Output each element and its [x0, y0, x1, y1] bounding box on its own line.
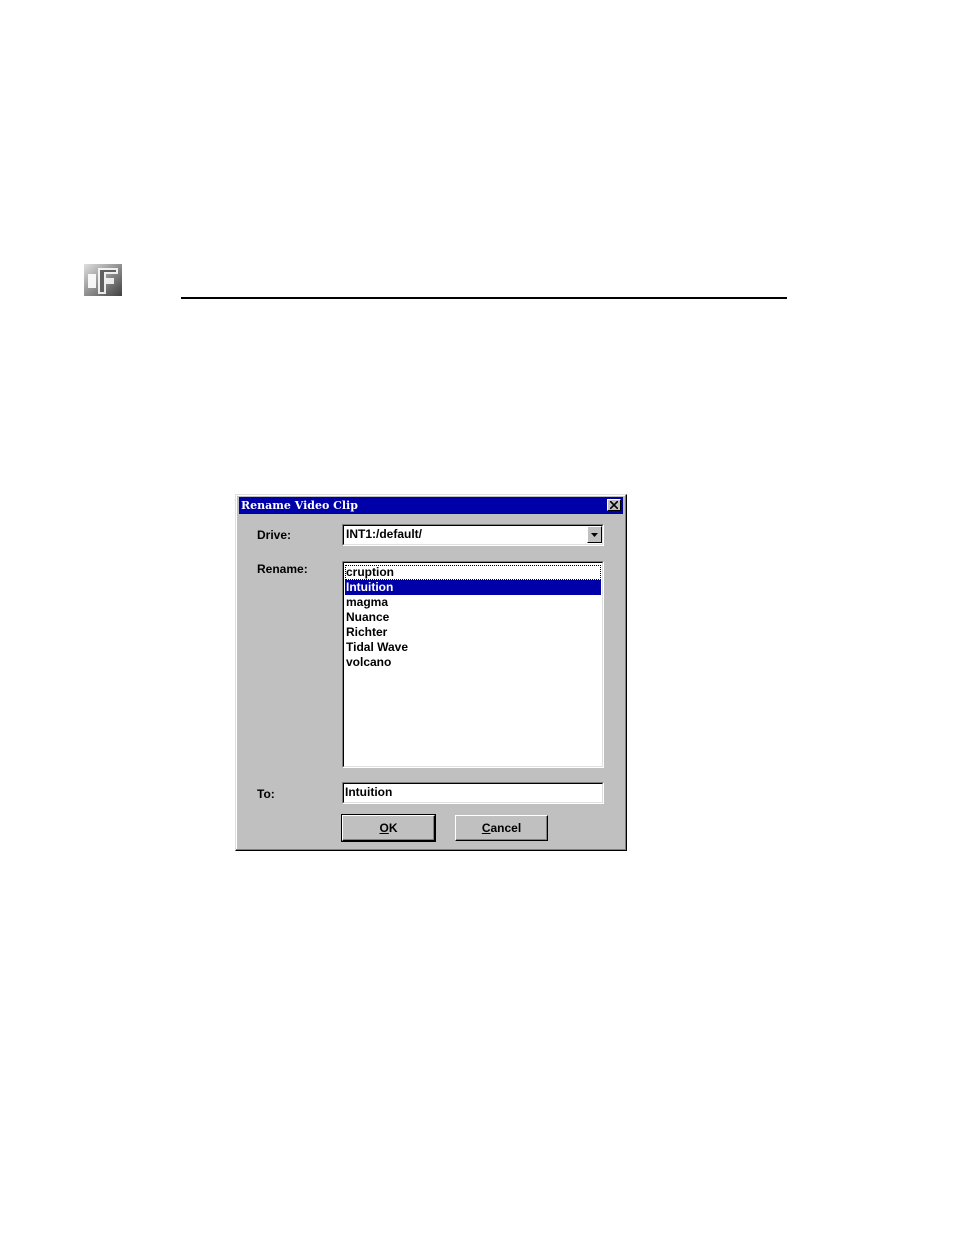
ok-mnemonic: O	[379, 821, 389, 835]
close-button[interactable]	[607, 499, 621, 511]
clip-list-item[interactable]: Tidal Wave	[345, 640, 601, 655]
drive-dropdown-button[interactable]	[587, 526, 602, 543]
rename-label: Rename:	[257, 562, 308, 576]
ok-button[interactable]: OK	[341, 814, 436, 842]
drive-label: Drive:	[257, 528, 292, 542]
rename-video-clip-dialog: Rename Video Clip Drive: INT1:/default/ …	[235, 494, 627, 851]
clip-list-item[interactable]: Richter	[345, 625, 601, 640]
to-label: To:	[257, 787, 275, 801]
product-logo-icon	[84, 264, 122, 296]
close-icon	[610, 501, 618, 509]
dialog-title: Rename Video Clip	[241, 499, 358, 512]
chevron-down-icon	[591, 533, 598, 537]
cancel-button[interactable]: Cancel	[455, 815, 548, 841]
new-name-value: Intuition	[345, 785, 393, 799]
clip-listbox[interactable]: cruption Intuition magma Nuance Richter Tidal…	[342, 561, 604, 768]
drive-combobox[interactable]: INT1:/default/	[342, 524, 604, 546]
clip-list: cruption Intuition magma Nuance Richter Tidal…	[345, 565, 601, 670]
clip-list-item[interactable]: volcano	[345, 655, 601, 670]
drive-value: INT1:/default/	[346, 527, 423, 541]
new-name-input[interactable]: Intuition	[342, 782, 604, 804]
dialog-titlebar[interactable]: Rename Video Clip	[239, 497, 623, 514]
header-rule	[181, 297, 787, 299]
ok-label-rest: K	[388, 821, 398, 835]
clip-list-item[interactable]: Intuition	[345, 580, 601, 595]
clip-list-item[interactable]: cruption	[345, 565, 601, 580]
clip-list-item[interactable]: magma	[345, 595, 601, 610]
clip-list-item[interactable]: Nuance	[345, 610, 601, 625]
cancel-label-rest: ancel	[490, 821, 522, 835]
